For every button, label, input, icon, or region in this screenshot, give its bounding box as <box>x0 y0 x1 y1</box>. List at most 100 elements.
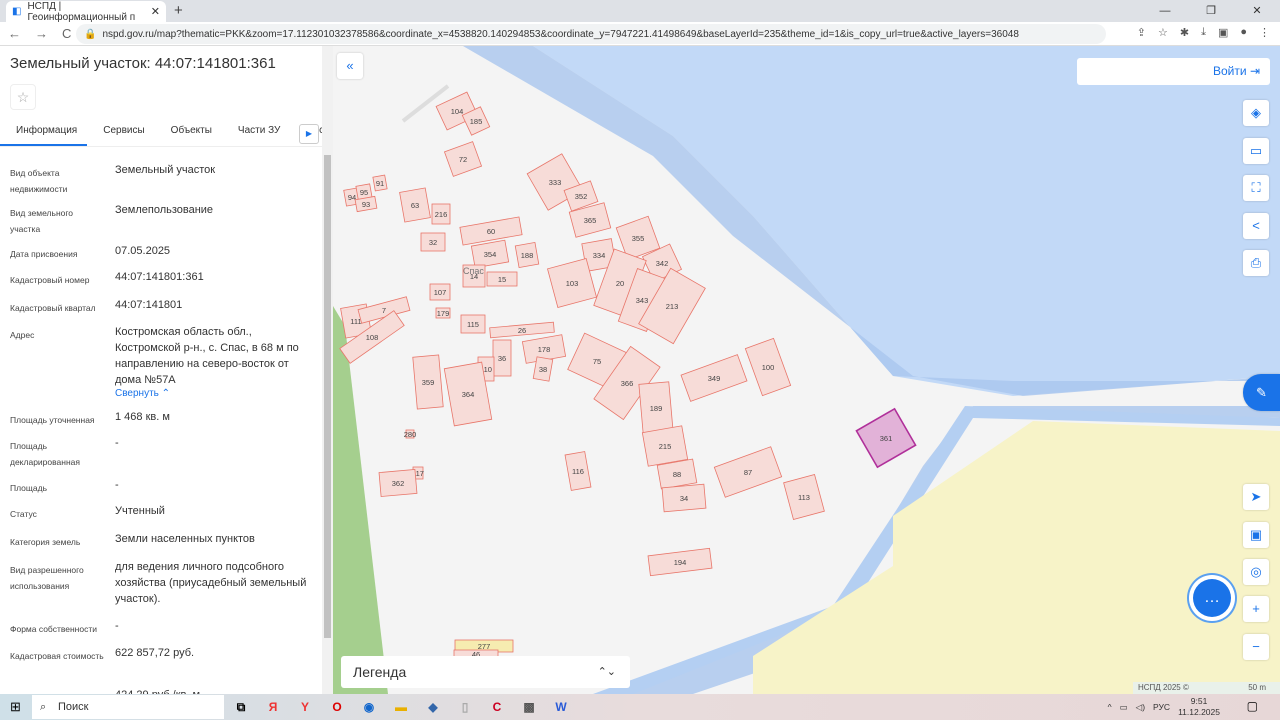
info-value: Земли населенных пунктов <box>115 533 255 545</box>
layers-button[interactable]: ◈ <box>1243 100 1269 126</box>
parcel[interactable]: 116 <box>564 451 592 491</box>
scrollbar-thumb[interactable] <box>324 155 331 638</box>
legend-dropdown[interactable]: Легенда ⌃⌄ <box>341 656 630 688</box>
chat-button[interactable]: … <box>1193 579 1231 617</box>
restore-icon[interactable]: ❐ <box>1188 0 1234 22</box>
extensions-icon[interactable]: ✱ <box>1180 26 1189 39</box>
parcel-label: 215 <box>659 442 672 451</box>
close-window-icon[interactable]: ✕ <box>1234 0 1280 22</box>
map-canvas[interactable]: 104 185 72 333 352 365 355 342 334 103 20 343 213 60 3… <box>333 46 1280 694</box>
info-value: 07.05.2025 <box>115 245 171 257</box>
parcel[interactable]: 189 <box>638 381 674 435</box>
info-label: Вид земельного участка <box>10 208 74 234</box>
parcel[interactable]: 354 <box>470 239 510 269</box>
parcel[interactable]: 60 <box>459 216 523 246</box>
image-app-icon[interactable]: ▩ <box>520 698 538 716</box>
parcel[interactable]: 362 <box>378 469 418 497</box>
clock[interactable]: 9:51 11.12.2025 <box>1178 696 1220 718</box>
parcel[interactable]: 32 <box>420 232 446 252</box>
parcel[interactable]: 36 <box>492 339 512 377</box>
profile-icon[interactable]: ● <box>1240 26 1247 39</box>
parcel[interactable]: 100 <box>744 337 792 397</box>
notifications-icon[interactable]: ▢ <box>1247 699 1258 713</box>
opera-icon[interactable]: O <box>328 698 346 716</box>
parcel[interactable]: 349 <box>680 354 748 402</box>
browser-app-icon[interactable]: ◉ <box>360 698 378 716</box>
parcel[interactable]: 194 <box>647 547 713 577</box>
file-explorer-icon[interactable]: ▬ <box>392 698 410 716</box>
task-view-icon[interactable]: ⧉ <box>232 698 250 716</box>
new-tab-button[interactable]: + <box>174 2 183 19</box>
ruler-button[interactable]: ▭ <box>1243 138 1269 164</box>
parcel[interactable]: 72 <box>443 141 483 177</box>
url-field[interactable]: 🔒 nspd.gov.ru/map?thematic=PKK&zoom=17.11… <box>76 24 1106 44</box>
share-icon[interactable]: ⇪ <box>1137 26 1146 39</box>
yandex-icon[interactable]: Я <box>264 698 282 716</box>
parcel[interactable]: 15 <box>486 271 518 287</box>
info-row: Площадь декларированная - <box>10 435 320 475</box>
collapse-panel-button[interactable]: « <box>337 53 363 79</box>
geo-search-button[interactable]: ◎ <box>1243 559 1269 585</box>
parcel-label: 100 <box>762 363 775 372</box>
collapse-link[interactable]: Свернуть ⌃ <box>115 388 170 399</box>
share-button[interactable]: < <box>1243 213 1269 239</box>
info-row: Категория земель Земли населенных пунктов <box>10 531 320 559</box>
selected-parcel[interactable]: 361 <box>855 407 917 469</box>
parcel[interactable]: 216 <box>431 203 451 225</box>
parcel[interactable]: 215 <box>641 425 689 467</box>
taskbar-search[interactable]: ⌕ Поиск <box>32 695 224 719</box>
parcel[interactable]: 26 <box>489 321 555 339</box>
feedback-tab-icon[interactable]: ✎ <box>1243 374 1280 411</box>
tab-objects[interactable]: Объекты <box>155 119 222 146</box>
menu-icon[interactable]: ⋮ <box>1259 26 1270 39</box>
parcel[interactable]: 107 <box>429 283 451 301</box>
bookmark-star-icon[interactable]: ☆ <box>1158 26 1168 39</box>
yandex-browser-icon[interactable]: Y <box>296 698 314 716</box>
parcel[interactable]: 113 <box>783 474 825 520</box>
map-view[interactable]: 104 185 72 333 352 365 355 342 334 103 20 343 213 60 3… <box>333 46 1280 694</box>
parcel[interactable]: 115 <box>460 314 486 334</box>
tab-services[interactable]: Сервисы <box>87 119 154 146</box>
parcel-label: 188 <box>521 251 534 260</box>
favorite-star-icon[interactable]: ☆ <box>10 84 36 110</box>
browser-tab[interactable]: ◧ НСПД | Геоинформационный п ✕ <box>6 1 166 23</box>
parcel[interactable]: 87 <box>713 446 783 498</box>
login-button[interactable]: Войти ⇥ <box>1077 58 1270 85</box>
parcel-label: 34 <box>680 494 688 503</box>
notepad-icon[interactable]: ▯ <box>456 698 474 716</box>
parcel[interactable]: 63 <box>399 187 431 223</box>
zoom-in-button[interactable]: + <box>1243 596 1269 622</box>
print-button[interactable]: ⎙ <box>1243 250 1269 276</box>
parcel[interactable]: 91 <box>372 174 388 192</box>
minimap-button[interactable]: ▣ <box>1243 522 1269 548</box>
parcel[interactable]: 359 <box>412 354 444 410</box>
network-app-icon[interactable]: ◆ <box>424 698 442 716</box>
forward-icon[interactable]: → <box>35 26 48 41</box>
app-c-icon[interactable]: C <box>488 698 506 716</box>
sidebar-icon[interactable]: ▣ <box>1218 26 1228 39</box>
network-icon[interactable]: ▭ <box>1120 702 1128 713</box>
parcel[interactable]: 179 <box>435 307 451 319</box>
parcel[interactable]: 38 <box>532 356 554 382</box>
parcel[interactable]: 280 <box>404 429 417 439</box>
minimize-icon[interactable]: — <box>1142 0 1188 22</box>
parcel-label: 354 <box>484 250 497 259</box>
windows-start-icon[interactable]: ⊞ <box>10 699 21 715</box>
tab-info[interactable]: Информация <box>0 119 88 146</box>
info-row: Вид разрешенного использования для ведени… <box>10 559 320 619</box>
reload-icon[interactable]: C <box>62 26 71 41</box>
volume-icon[interactable]: ◁) <box>1136 702 1145 713</box>
tabs-scroll-right-icon[interactable]: ▶ <box>299 124 319 144</box>
tab-parts[interactable]: Части ЗУ <box>222 119 290 146</box>
back-icon[interactable]: ← <box>8 26 21 41</box>
tray-chevron-icon[interactable]: ^ <box>1108 702 1112 712</box>
parcel[interactable]: 188 <box>514 241 540 269</box>
area-select-button[interactable]: ⛶ <box>1243 175 1269 201</box>
word-icon[interactable]: W <box>552 698 570 716</box>
locate-button[interactable]: ➤ <box>1243 484 1269 510</box>
download-icon[interactable]: ⤓ <box>1201 26 1206 39</box>
zoom-out-button[interactable]: − <box>1243 634 1269 660</box>
parcel[interactable]: 34 <box>661 483 707 513</box>
language-indicator[interactable]: РУС <box>1153 702 1170 712</box>
close-tab-icon[interactable]: ✕ <box>151 5 160 18</box>
